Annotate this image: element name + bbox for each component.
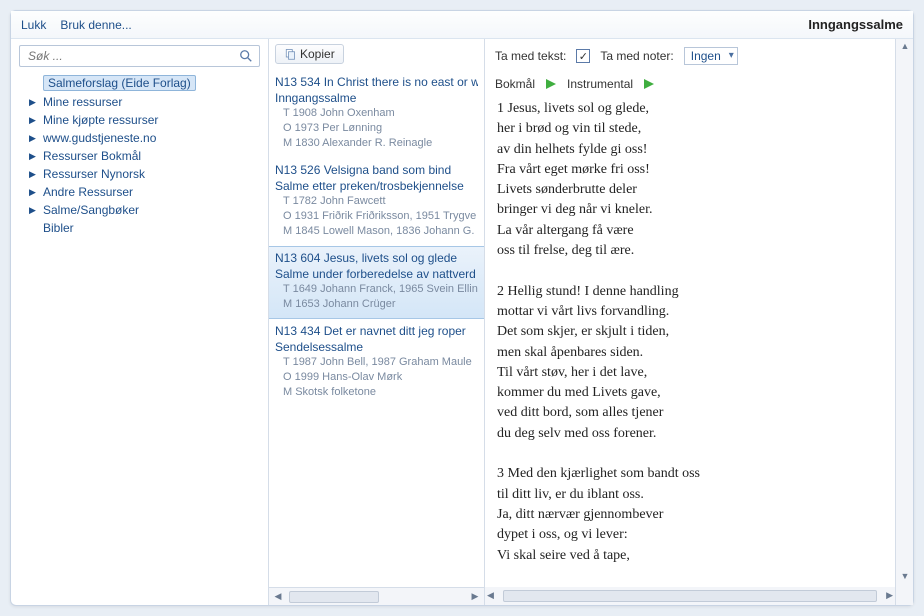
tree-item[interactable]: ▶ Mine ressurser (25, 93, 260, 111)
tree-item[interactable]: ▶ Andre Ressurser (25, 183, 260, 201)
scroll-up-icon[interactable]: ▲ (899, 41, 911, 55)
preview-panel-wrap: Ta med tekst: ✓ Ta med noter: Ingen Bokm… (485, 39, 913, 605)
song-meta: O 1973 Per Lønning (275, 121, 478, 136)
preview-options: Ta med tekst: ✓ Ta med noter: Ingen Bokm… (495, 47, 891, 91)
menu-use-this[interactable]: Bruk denne... (60, 18, 131, 32)
scroll-right-icon[interactable]: ▶ (886, 590, 893, 601)
song-category: Salme under forberedelse av nattverd (275, 266, 478, 282)
song-item[interactable]: N13 526 Velsigna band som bindSalme ette… (269, 158, 484, 246)
scroll-left-icon[interactable]: ◀ (487, 590, 494, 601)
play-instrumental-icon[interactable] (643, 78, 655, 90)
bokmal-label: Bokmål (495, 77, 535, 91)
scroll-right-icon[interactable]: ▶ (468, 591, 482, 603)
song-meta: O 1999 Hans-Olav Mørk (275, 370, 478, 385)
tree-item-label: Mine ressurser (43, 95, 122, 109)
expand-icon[interactable]: ▶ (29, 115, 39, 126)
song-meta: M 1845 Lowell Mason, 1836 Johann G. Näge (275, 224, 478, 239)
expand-icon[interactable]: ▶ (29, 187, 39, 198)
tree-item-bibler[interactable]: Bibler (25, 219, 260, 237)
tree-item[interactable]: ▶ www.gudstjeneste.no (25, 129, 260, 147)
with-text-checkbox[interactable]: ✓ (576, 49, 590, 63)
preview-hscroll[interactable]: ◀ ▶ (485, 587, 895, 605)
tree-item[interactable]: ▶ Mine kjøpte ressurser (25, 111, 260, 129)
preview-vscroll[interactable]: ▲ ▼ (895, 39, 913, 605)
song-title: N13 534 In Christ there is no east or w (275, 74, 478, 90)
menu-close[interactable]: Lukk (21, 18, 46, 32)
lyrics-text: 1 Jesus, livets sol og glede, her i brød… (495, 99, 891, 597)
expand-icon[interactable]: ▶ (29, 151, 39, 162)
tree-item-label: www.gudstjeneste.no (43, 131, 156, 145)
copy-button[interactable]: Kopier (275, 44, 344, 64)
expand-icon[interactable]: ▶ (29, 205, 39, 216)
song-meta: M 1830 Alexander R. Reinagle (275, 136, 478, 151)
tree-item-label: Ressurser Nynorsk (43, 167, 145, 181)
song-item[interactable]: N13 534 In Christ there is no east or wI… (269, 70, 484, 158)
notes-dropdown[interactable]: Ingen (684, 47, 738, 65)
tree-item-label: Salmeforslag (Eide Forlag) (43, 75, 196, 91)
song-list-panel: Kopier N13 534 In Christ there is no eas… (269, 39, 485, 605)
scroll-thumb[interactable] (503, 590, 877, 602)
resource-tree: Salmeforslag (Eide Forlag) ▶ Mine ressurs… (19, 73, 260, 237)
play-bokmal-icon[interactable] (545, 78, 557, 90)
song-title: N13 526 Velsigna band som bind (275, 162, 478, 178)
song-meta: M Skotsk folketone (275, 385, 478, 400)
expand-icon[interactable]: ▶ (29, 133, 39, 144)
search-input[interactable] (26, 48, 239, 64)
sidebar: Salmeforslag (Eide Forlag) ▶ Mine ressurs… (11, 39, 269, 605)
song-meta: O 1931 Friðrik Friðriksson, 1951 Trygve … (275, 209, 478, 224)
song-list[interactable]: N13 534 In Christ there is no east or wI… (269, 70, 484, 587)
with-text-label: Ta med tekst: (495, 49, 566, 63)
body: Salmeforslag (Eide Forlag) ▶ Mine ressurs… (11, 39, 913, 605)
song-title: N13 434 Det er navnet ditt jeg roper (275, 323, 478, 339)
tree-item-label: Bibler (43, 221, 74, 235)
tree-item[interactable]: ▶ Salme/Sangbøker (25, 201, 260, 219)
scroll-thumb[interactable] (289, 591, 379, 603)
song-meta: M 1653 Johann Crüger (275, 297, 478, 312)
tree-item-label: Salme/Sangbøker (43, 203, 139, 217)
instrumental-label: Instrumental (567, 77, 633, 91)
song-item[interactable]: N13 434 Det er navnet ditt jeg roperSend… (269, 319, 484, 407)
song-meta: T 1987 John Bell, 1987 Graham Maule (275, 355, 478, 370)
page-title: Inngangssalme (808, 17, 903, 32)
search-icon[interactable] (239, 49, 253, 63)
song-meta: T 1649 Johann Franck, 1965 Svein Ellings… (275, 282, 478, 297)
tree-item-label: Andre Ressurser (43, 185, 133, 199)
tree-item-label: Mine kjøpte ressurser (43, 113, 158, 127)
song-title: N13 604 Jesus, livets sol og glede (275, 250, 478, 266)
song-category: Salme etter preken/trosbekjennelse (275, 178, 478, 194)
song-item[interactable]: N13 604 Jesus, livets sol og gledeSalme … (269, 246, 484, 319)
expand-icon[interactable]: ▶ (29, 97, 39, 108)
song-meta: T 1908 John Oxenham (275, 106, 478, 121)
song-category: Inngangssalme (275, 90, 478, 106)
song-list-hscroll[interactable]: ◀ ▶ (269, 587, 484, 605)
scroll-left-icon[interactable]: ◀ (271, 591, 285, 603)
expand-icon[interactable]: ▶ (29, 169, 39, 180)
app-window: Lukk Bruk denne... Inngangssalme Salmefo… (10, 10, 914, 606)
titlebar: Lukk Bruk denne... Inngangssalme (11, 11, 913, 39)
scroll-down-icon[interactable]: ▼ (899, 571, 911, 585)
copy-icon (284, 48, 296, 60)
song-list-toolbar: Kopier (269, 39, 484, 70)
with-notes-label: Ta med noter: (600, 49, 673, 63)
song-category: Sendelsessalme (275, 339, 478, 355)
tree-item-selected[interactable]: Salmeforslag (Eide Forlag) (25, 73, 260, 93)
copy-label: Kopier (300, 47, 335, 61)
song-meta: T 1782 John Fawcett (275, 194, 478, 209)
search-field-wrap (19, 45, 260, 67)
tree-item[interactable]: ▶ Ressurser Bokmål (25, 147, 260, 165)
preview-content: Ta med tekst: ✓ Ta med noter: Ingen Bokm… (485, 39, 895, 605)
tree-item-label: Ressurser Bokmål (43, 149, 141, 163)
tree-item[interactable]: ▶ Ressurser Nynorsk (25, 165, 260, 183)
preview-panel: Ta med tekst: ✓ Ta med noter: Ingen Bokm… (485, 39, 913, 605)
